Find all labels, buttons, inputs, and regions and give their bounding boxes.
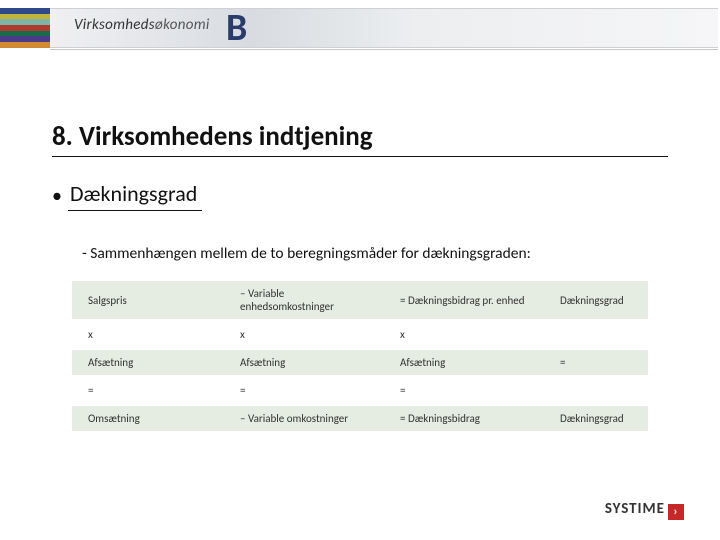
cell: [544, 378, 648, 403]
cell: – Variable omkostninger: [224, 406, 384, 431]
bullet-dot-icon: •: [52, 186, 62, 206]
brand-prefix: Virksomheds: [74, 16, 155, 34]
table-row: = = =: [72, 378, 648, 403]
cell: Dækningsgrad: [544, 281, 648, 319]
chevron-right-icon: ›: [668, 504, 684, 520]
cell: x: [384, 322, 544, 347]
cell: =: [72, 378, 224, 403]
cell: = Dækningsbidrag: [384, 406, 544, 431]
cell: = Dækningsbidrag pr. enhed: [384, 281, 544, 319]
footer-logo-text: SYSTIME: [605, 500, 665, 518]
cell: =: [384, 378, 544, 403]
footer-logo: SYSTIME›: [605, 500, 684, 520]
page-title: 8. Virksomhedens indtjening: [52, 120, 373, 153]
cell: Salgspris: [72, 281, 224, 319]
bullet-underline: [68, 210, 202, 211]
cell: =: [544, 350, 648, 375]
stripe-decor: [0, 8, 50, 48]
brand-suffix: økonomi: [155, 16, 210, 34]
table-row: Omsætning – Variable omkostninger = Dækn…: [72, 406, 648, 431]
subtext: - Sammenhængen mellem de to beregningsmå…: [82, 244, 531, 263]
table-row: Salgspris – Variable enhedsomkostninger …: [72, 281, 648, 319]
brand-level: B: [226, 4, 247, 52]
cell: – Variable enhedsomkostninger: [224, 281, 384, 319]
cell: =: [224, 378, 384, 403]
bullet-item: • Dækningsgrad: [52, 180, 197, 207]
table-row: x x x: [72, 322, 648, 347]
cell: Afsætning: [224, 350, 384, 375]
slide: Virksomhedsøkonomi B 8. Virksomhedens in…: [0, 0, 720, 540]
calc-table: Salgspris – Variable enhedsomkostninger …: [72, 278, 648, 434]
cell: x: [72, 322, 224, 347]
cell: [544, 322, 648, 347]
cell: Dækningsgrad: [544, 406, 648, 431]
title-underline: [52, 156, 668, 157]
header-banner: Virksomhedsøkonomi B: [0, 4, 720, 52]
banner-underline: [50, 49, 718, 50]
table-row: Afsætning Afsætning Afsætning =: [72, 350, 648, 375]
brand-text: Virksomhedsøkonomi: [74, 16, 210, 34]
cell: Afsætning: [384, 350, 544, 375]
cell: x: [224, 322, 384, 347]
cell: Omsætning: [72, 406, 224, 431]
cell: Afsætning: [72, 350, 224, 375]
bullet-label: Dækningsgrad: [70, 180, 197, 207]
